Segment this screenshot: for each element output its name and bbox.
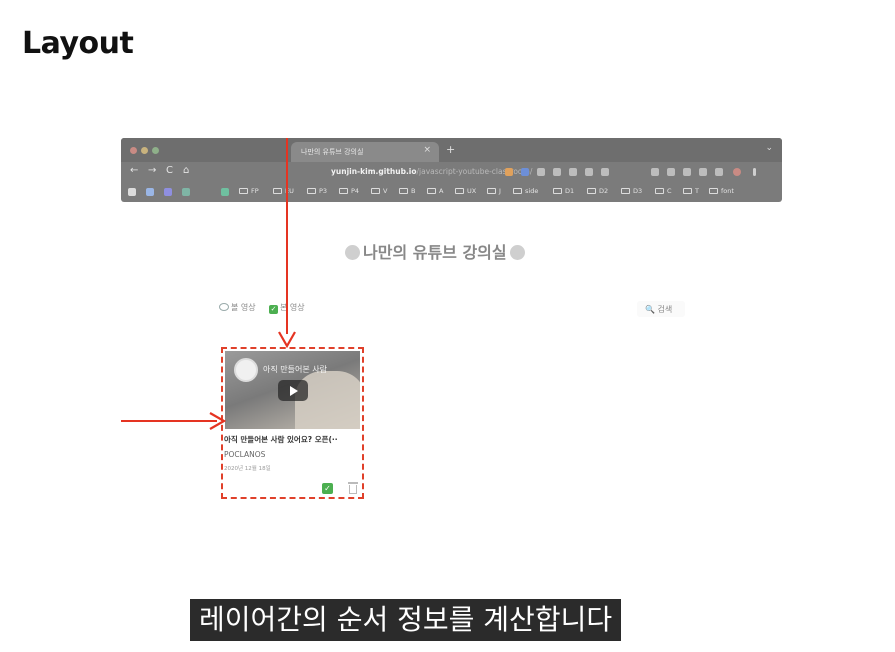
trash-icon[interactable]	[348, 482, 358, 494]
close-window-button[interactable]	[130, 147, 137, 154]
to-watch-filter-button[interactable]: 볼 영상	[219, 302, 256, 316]
folder-icon	[239, 188, 248, 194]
bookmark-folder[interactable]: B	[399, 187, 415, 195]
channel-avatar[interactable]	[234, 358, 258, 382]
arrow-down-icon	[278, 331, 296, 348]
bookmark-folder[interactable]: T	[683, 187, 699, 195]
video-subtitle: 레이어간의 순서 정보를 계산합니다	[190, 599, 622, 641]
bookmark-folder[interactable]: FP	[239, 187, 259, 195]
video-card: 아직 만들어본 사람 아직 만들어본 사람 있어요? 오픈(·· POCLANO…	[221, 347, 364, 499]
navigation-bar: ← → C ⌂ yunjin-kim.github.io/javascript-…	[121, 162, 782, 182]
home-icon[interactable]: ⌂	[183, 165, 189, 176]
tab-search-icon[interactable]: ⌄	[765, 143, 773, 153]
folder-icon	[487, 188, 496, 194]
bookmark-folder[interactable]: UX	[455, 187, 476, 195]
extension-icon[interactable]	[521, 168, 529, 176]
extension-icon[interactable]	[683, 168, 691, 176]
bookmark-icon[interactable]	[221, 188, 229, 196]
folder-icon	[683, 188, 692, 194]
extension-icon[interactable]	[569, 168, 577, 176]
arrow-right-icon	[209, 412, 226, 430]
extension-icon[interactable]	[699, 168, 707, 176]
forward-icon[interactable]: →	[148, 165, 156, 176]
bookmark-folder[interactable]: EU	[273, 187, 294, 195]
extension-icon[interactable]	[651, 168, 659, 176]
video-title: 아직 만들어본 사람 있어요? 오픈(··	[224, 435, 338, 444]
folder-icon	[427, 188, 436, 194]
person-emoji-icon	[345, 245, 360, 260]
bookmark-folder[interactable]: P3	[307, 187, 327, 195]
menu-icon[interactable]	[753, 168, 756, 176]
bookmark-folder[interactable]: C	[655, 187, 672, 195]
folder-icon	[339, 188, 348, 194]
url-host: yunjin-kim.github.io	[331, 167, 417, 176]
thumbnail-title: 아직 만들어본 사람	[263, 365, 327, 374]
browser-tab[interactable]: 나만의 유튜브 강의실 ×	[291, 142, 439, 162]
folder-icon	[587, 188, 596, 194]
folder-icon	[307, 188, 316, 194]
bookmark-folder[interactable]: J	[487, 187, 501, 195]
play-icon[interactable]	[278, 380, 308, 401]
bookmark-folder[interactable]: P4	[339, 187, 359, 195]
bookmark-folder[interactable]: D1	[553, 187, 574, 195]
bookmark-icon[interactable]	[182, 188, 190, 196]
folder-icon	[553, 188, 562, 194]
reload-icon[interactable]: C	[166, 165, 173, 176]
folder-icon	[513, 188, 522, 194]
profile-avatar[interactable]	[733, 168, 741, 176]
url-path: /javascript-youtube-classroom/	[416, 167, 533, 176]
folder-icon	[371, 188, 380, 194]
folder-icon	[455, 188, 464, 194]
tab-close-icon[interactable]: ×	[423, 145, 431, 155]
video-thumbnail[interactable]: 아직 만들어본 사람	[225, 351, 360, 429]
check-icon: ✓	[269, 305, 278, 314]
tab-bar: 나만의 유튜브 강의실 × + ⌄	[121, 138, 782, 162]
bookmarks-bar: FP EU P3 P4 V B A UX J side D1 D2 D3 C T…	[121, 182, 782, 202]
folder-icon	[621, 188, 630, 194]
bookmark-icon[interactable]	[146, 188, 154, 196]
extension-icon[interactable]	[667, 168, 675, 176]
published-date: 2020년 12월 18일	[224, 466, 271, 472]
bookmark-folder[interactable]: D3	[621, 187, 642, 195]
bookmark-folder[interactable]: A	[427, 187, 443, 195]
eye-icon	[219, 303, 229, 311]
folder-icon	[655, 188, 664, 194]
search-button[interactable]: 🔍 검색	[637, 301, 685, 317]
extension-icon[interactable]	[553, 168, 561, 176]
app-heading: 나만의 유튜브 강의실	[342, 239, 528, 263]
bookmark-folder[interactable]: V	[371, 187, 387, 195]
browser-window: 나만의 유튜브 강의실 × + ⌄ ← → C ⌂ yunjin-kim.git…	[121, 138, 782, 202]
address-bar[interactable]: yunjin-kim.github.io/javascript-youtube-…	[321, 165, 611, 179]
minimize-window-button[interactable]	[141, 147, 148, 154]
bookmark-icon[interactable]	[164, 188, 172, 196]
person-emoji-icon	[509, 245, 525, 260]
extension-icon[interactable]	[585, 168, 593, 176]
channel-name: POCLANOS	[224, 450, 266, 459]
bookmark-folder[interactable]: font	[709, 187, 734, 195]
new-tab-icon[interactable]: +	[446, 143, 455, 156]
extension-icon[interactable]	[601, 168, 609, 176]
bookmark-folder[interactable]: side	[513, 187, 538, 195]
bookmark-icon[interactable]	[128, 188, 136, 196]
folder-icon	[273, 188, 282, 194]
mark-watched-check-icon[interactable]: ✓	[322, 483, 333, 494]
folder-icon	[709, 188, 718, 194]
slide-title: Layout	[22, 26, 134, 61]
extension-icon[interactable]	[715, 168, 723, 176]
vertical-arrow	[286, 138, 288, 334]
folder-icon	[399, 188, 408, 194]
back-icon[interactable]: ←	[130, 165, 138, 176]
maximize-window-button[interactable]	[152, 147, 159, 154]
bookmark-folder[interactable]: D2	[587, 187, 608, 195]
extension-icon[interactable]	[537, 168, 545, 176]
extension-icon[interactable]	[505, 168, 513, 176]
horizontal-arrow	[121, 420, 217, 422]
tab-title: 나만의 유튜브 강의실	[301, 148, 364, 156]
